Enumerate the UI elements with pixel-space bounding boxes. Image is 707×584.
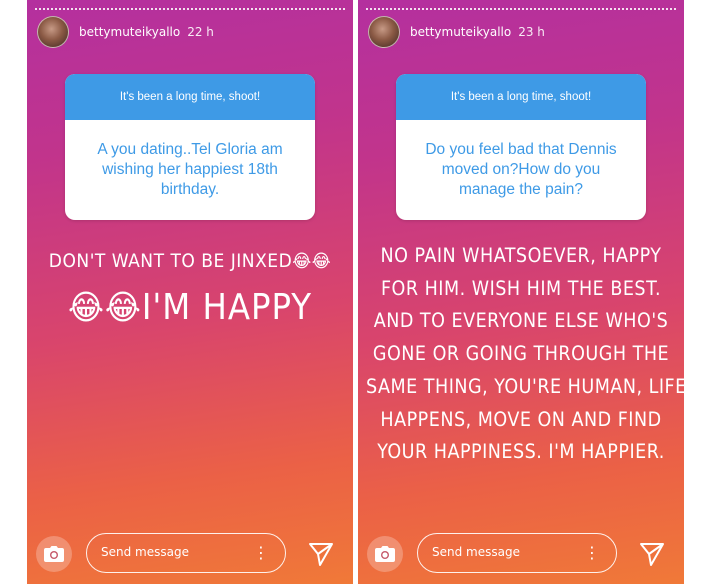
answer-text-line: AND TO EVERYONE ELSE WHO'S (373, 309, 669, 333)
answer-text-line: SAME THING, YOU'RE HUMAN, LIFE (366, 374, 684, 398)
question-prompt: It's been a long time, shoot! (65, 74, 315, 120)
answer-text: I'M HAPPY (141, 287, 313, 328)
camera-button[interactable] (367, 536, 403, 572)
answer-text-line: 😂😂I'M HAPPY (27, 287, 353, 328)
answer-text-line: YOUR HAPPINESS. I'M HAPPIER. (377, 440, 665, 464)
story-progress-bar (366, 8, 676, 12)
question-text: Do you feel bad that Dennis moved on?How… (425, 141, 617, 198)
story-progress-bar (35, 8, 345, 12)
laughing-emoji: 😂😂 (292, 251, 332, 272)
story-panel-left[interactable]: bettymuteikyallo 22 h It's been a long t… (27, 0, 353, 584)
send-message-placeholder: Send message (101, 545, 189, 559)
more-options-icon[interactable]: ⋮ (584, 543, 600, 563)
story-header: bettymuteikyallo 22 h (37, 16, 214, 48)
profile-avatar[interactable] (368, 16, 400, 48)
story-footer: Send message ⋮ (358, 532, 684, 576)
answer-text-line: NO PAIN WHATSOEVER, HAPPY (380, 244, 662, 267)
camera-button[interactable] (36, 536, 72, 572)
username[interactable]: bettymuteikyallo (79, 25, 180, 39)
laughing-emoji: 😂😂 (67, 288, 142, 328)
profile-avatar[interactable] (37, 16, 69, 48)
send-icon[interactable] (308, 541, 334, 567)
story-footer: Send message ⋮ (27, 532, 353, 576)
username[interactable]: bettymuteikyallo (410, 25, 511, 39)
send-message-input[interactable]: Send message ⋮ (86, 533, 286, 573)
more-options-icon[interactable]: ⋮ (253, 543, 269, 563)
answer-text-line: FOR HIM. WISH HIM THE BEST. (380, 276, 662, 300)
send-icon[interactable] (639, 541, 665, 567)
send-message-input[interactable]: Send message ⋮ (417, 533, 617, 573)
question-text: A you dating..Tel Gloria am wishing her … (97, 141, 283, 198)
story-panel-right[interactable]: bettymuteikyallo 23 h It's been a long t… (358, 0, 684, 584)
question-sticker: It's been a long time, shoot! Do you fee… (396, 74, 646, 220)
camera-icon (44, 546, 64, 562)
question-sticker: It's been a long time, shoot! A you dati… (65, 74, 315, 220)
post-time: 22 h (187, 25, 214, 39)
answer-text-block: NO PAIN WHATSOEVER, HAPPY FOR HIM. WISH … (366, 240, 684, 469)
answer-text-line: GONE OR GOING THROUGH THE (372, 342, 670, 366)
story-header: bettymuteikyallo 23 h (368, 16, 545, 48)
send-message-placeholder: Send message (432, 545, 520, 559)
answer-text-line: DON'T WANT TO BE JINXED😂😂 (27, 250, 353, 272)
question-prompt: It's been a long time, shoot! (396, 74, 646, 120)
camera-icon (375, 546, 395, 562)
answer-text-line: HAPPENS, MOVE ON AND FIND (380, 407, 662, 431)
post-time: 23 h (518, 25, 545, 39)
answer-text: DON'T WANT TO BE JINXED (48, 250, 293, 272)
